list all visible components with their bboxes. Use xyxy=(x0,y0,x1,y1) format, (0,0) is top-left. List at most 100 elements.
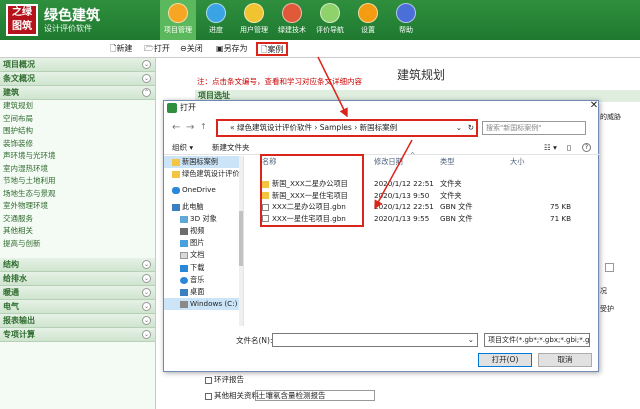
nav-help[interactable]: 帮助 xyxy=(388,0,424,40)
column-type[interactable]: 类型 xyxy=(440,156,454,168)
sidebar-item[interactable]: 空间布局 xyxy=(0,113,155,126)
document-icon xyxy=(320,3,340,23)
filename-input[interactable]: ⌄ xyxy=(272,333,478,347)
tree-item[interactable]: 文档 xyxy=(164,249,243,261)
app-subtitle: 设计评价软件 xyxy=(44,24,92,33)
sidebar-section-building[interactable]: 建筑 ⌃ xyxy=(0,86,155,100)
sidebar-section-plumbing[interactable]: 给排水 ⌄ xyxy=(0,272,155,286)
new-folder-button[interactable]: 新建文件夹 xyxy=(212,141,250,155)
logo-char-1: 之 xyxy=(12,7,22,18)
nav-project-management[interactable]: 项目管理 xyxy=(160,0,196,40)
side-checkbox[interactable] xyxy=(605,263,614,272)
sidebar-item[interactable]: 交通服务 xyxy=(0,213,155,226)
tree-item[interactable]: 图片 xyxy=(164,237,243,249)
tree-item[interactable]: 绿色建筑设计评价 (3 xyxy=(164,168,243,180)
path-segment[interactable]: 新国标案例 xyxy=(360,123,398,132)
sidebar-section-structure[interactable]: 结构 ⌄ xyxy=(0,258,155,272)
download-icon xyxy=(180,264,188,272)
sidebar-item[interactable]: 围护结构 xyxy=(0,125,155,138)
nav-settings[interactable]: 设置 xyxy=(350,0,386,40)
sidebar-section-clause-overview[interactable]: 条文概况 ⌄ xyxy=(0,72,155,86)
column-date[interactable]: 修改日期 xyxy=(374,156,403,168)
tree-item[interactable]: 桌面 xyxy=(164,286,243,298)
tree-item[interactable]: 音乐 xyxy=(164,274,243,286)
sidebar-section-report-output[interactable]: 报表输出 ⌄ xyxy=(0,314,155,328)
path-segment[interactable]: Samples xyxy=(320,123,352,132)
sidebar-item[interactable]: 其他相关 xyxy=(0,225,155,238)
nav-user-management[interactable]: 用户管理 xyxy=(236,0,272,40)
logo-char-3: 图 xyxy=(12,21,22,32)
case-button[interactable]: 🗋案例 xyxy=(256,42,289,56)
view-options-icon[interactable]: ☷ ▾ xyxy=(544,141,557,155)
cancel-button[interactable]: 取消 xyxy=(538,353,592,367)
preview-pane-icon[interactable]: ▯ xyxy=(567,141,571,155)
open-button[interactable]: 🗁打开 xyxy=(144,42,170,56)
chevron-down-icon[interactable]: ⌄ xyxy=(456,121,462,135)
open-label: 打开 xyxy=(153,44,170,53)
sidebar-item[interactable]: 建筑规划 xyxy=(0,100,155,113)
tree-item[interactable]: 视频 xyxy=(164,225,243,237)
section-label: 报表输出 xyxy=(3,316,35,325)
chevron-down-icon[interactable]: ⌄ xyxy=(468,335,474,344)
section-label: 条文概况 xyxy=(3,74,35,83)
section-label: 项目概况 xyxy=(3,60,35,69)
up-arrow-icon[interactable]: ↑ xyxy=(200,122,207,131)
gear-icon xyxy=(358,3,378,23)
file-size: 75 KB xyxy=(550,202,572,211)
forward-arrow-icon[interactable]: → xyxy=(186,122,194,133)
tree-item[interactable]: OneDrive xyxy=(164,184,243,196)
users-icon xyxy=(244,3,264,23)
dialog-close-button[interactable]: ✕ xyxy=(588,99,600,113)
tree-item[interactable]: 3D 对象 xyxy=(164,213,243,225)
sidebar-item[interactable]: 提高与创新 xyxy=(0,238,155,251)
tree-scrollbar-thumb[interactable] xyxy=(239,211,243,266)
sidebar-item[interactable]: 装饰装修 xyxy=(0,138,155,151)
column-size[interactable]: 大小 xyxy=(510,156,524,168)
music-icon xyxy=(180,276,188,284)
open-button[interactable]: 打开(O) xyxy=(478,353,532,367)
tree-item[interactable]: 下载 xyxy=(164,262,243,274)
sidebar-item[interactable]: 声环境与光环境 xyxy=(0,150,155,163)
checkbox-box xyxy=(205,392,212,400)
chevron-up-icon: ⌃ xyxy=(142,88,151,97)
address-bar[interactable]: « 绿色建筑设计评价软件 › Samples › 新国标案例 ⌄ ↻ xyxy=(216,119,478,137)
nav-label: 项目管理 xyxy=(164,26,192,34)
search-input[interactable]: 搜索"新国标案例" xyxy=(482,121,586,135)
page-title: 建筑规划 xyxy=(397,68,446,82)
radon-report-field[interactable]: 土壤氡含量检测报告 xyxy=(255,390,375,401)
filetype-select[interactable]: 项目文件(*.gb*;*.gbx;*.gbi;*.gb xyxy=(484,333,590,347)
file-type: GBN 文件 xyxy=(440,202,473,211)
tree-item[interactable]: Windows (C:) xyxy=(164,298,243,311)
section-label: 建筑 xyxy=(3,88,19,97)
back-arrow-icon[interactable]: ← xyxy=(172,122,180,133)
help-icon[interactable]: ? xyxy=(582,143,591,152)
path-segment[interactable]: 绿色建筑设计评价软件 xyxy=(237,123,312,132)
checkbox-env-report[interactable]: 环评报告 xyxy=(205,374,244,385)
nav-evaluation-guide[interactable]: 评价导航 xyxy=(312,0,348,40)
refresh-icon[interactable]: ↻ xyxy=(468,121,474,135)
sidebar-section-hvac[interactable]: 暖通 ⌄ xyxy=(0,286,155,300)
sidebar-item[interactable]: 场地生态与景观 xyxy=(0,188,155,201)
sidebar-section-special-calc[interactable]: 专项计算 ⌄ xyxy=(0,328,155,342)
tree-label: 图片 xyxy=(190,238,205,248)
tree-item[interactable]: 新国标案例 xyxy=(164,156,243,169)
tree-scrollbar[interactable] xyxy=(239,156,243,326)
close-button[interactable]: ⊖关闭 xyxy=(180,42,203,56)
sidebar-item[interactable]: 节地与土地利用 xyxy=(0,175,155,188)
tree-label: 音乐 xyxy=(190,274,205,284)
sidebar-item[interactable]: 室外物理环境 xyxy=(0,200,155,213)
nav-green-tech[interactable]: 绿建技术 xyxy=(274,0,310,40)
organize-button[interactable]: 组织 ▾ xyxy=(172,141,193,155)
file-date: 2020/1/12 22:51 xyxy=(374,179,434,188)
new-button[interactable]: 🗋新建 xyxy=(110,42,132,56)
tree-item[interactable]: 此电脑 xyxy=(164,201,243,213)
file-type: 文件夹 xyxy=(440,190,462,200)
sidebar-item[interactable]: 室内湿热环境 xyxy=(0,163,155,176)
saveas-button[interactable]: ▣另存为 xyxy=(216,42,248,56)
sidebar-section-project-overview[interactable]: 项目概况 ⌄ xyxy=(0,58,155,72)
sidebar-section-electrical[interactable]: 电气 ⌄ xyxy=(0,300,155,314)
nav-progress[interactable]: 进度 xyxy=(198,0,234,40)
help-icon xyxy=(396,3,416,23)
sidebar: 项目概况 ⌄ 条文概况 ⌄ 建筑 ⌃ 建筑规划 空间布局 围护结构 装饰装修 声环境与… xyxy=(0,58,156,409)
checkbox-other-materials[interactable]: 其他相关资料 xyxy=(205,390,259,401)
